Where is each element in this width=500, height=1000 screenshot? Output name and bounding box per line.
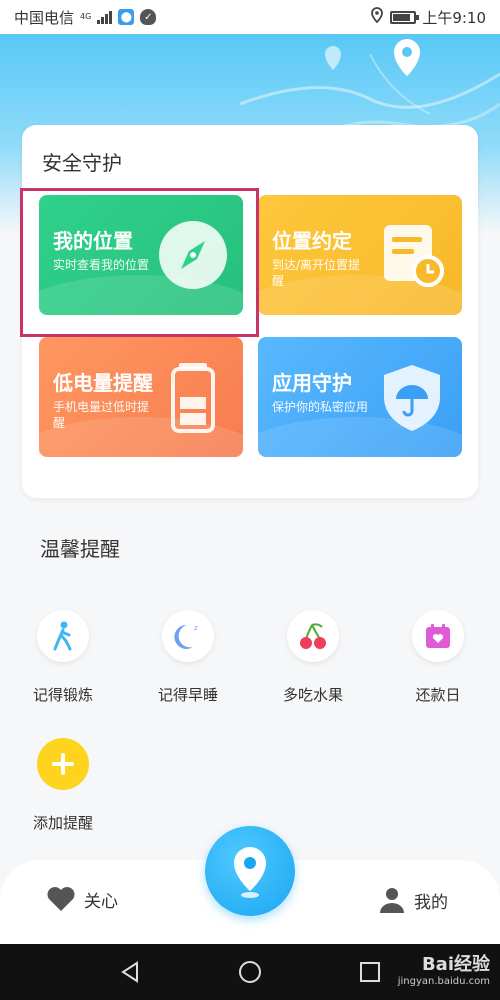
note-clock-icon bbox=[384, 225, 444, 287]
status-bar: 中国电信 4G ⬤ ✓ 上午9:10 bbox=[0, 0, 500, 34]
plus-icon bbox=[37, 738, 89, 790]
tile-subtitle: 到达/离开位置提醒 bbox=[272, 258, 361, 288]
carrier-label: 中国电信 bbox=[14, 8, 75, 27]
watermark-url: jingyan.baidu.com bbox=[397, 976, 490, 987]
reminder-repayment[interactable]: 还款日 bbox=[383, 610, 493, 705]
tile-title: 我的位置 bbox=[53, 229, 133, 253]
nav-mine[interactable]: 我的 bbox=[378, 886, 448, 914]
tile-subtitle: 保护你的私密应用 bbox=[272, 400, 369, 414]
tile-my-location[interactable]: 我的位置 实时查看我的位置 bbox=[39, 195, 243, 315]
shield-status-icon: ✓ bbox=[140, 9, 157, 25]
signal-icon bbox=[97, 10, 113, 24]
reminder-label: 记得早睡 bbox=[157, 686, 218, 704]
tile-location-agreement[interactable]: 位置约定 到达/离开位置提醒 bbox=[258, 195, 462, 315]
battery-icon bbox=[390, 10, 420, 24]
reminders-title: 温馨提醒 bbox=[40, 537, 120, 561]
tile-app-guard[interactable]: 应用守护 保护你的私密应用 bbox=[258, 337, 462, 457]
calendar-heart-icon bbox=[412, 610, 464, 662]
back-icon[interactable] bbox=[119, 960, 141, 984]
moon-sleep-icon: zz bbox=[162, 610, 214, 662]
clock: 上午9:10 bbox=[422, 8, 486, 27]
locate-center-button[interactable] bbox=[205, 826, 295, 916]
recents-icon[interactable] bbox=[359, 961, 381, 983]
cherry-icon bbox=[287, 610, 339, 662]
reminder-fruit[interactable]: 多吃水果 bbox=[258, 610, 368, 705]
reminder-label: 记得锻炼 bbox=[32, 686, 93, 704]
safety-title: 安全守护 bbox=[42, 151, 122, 175]
reminder-label: 还款日 bbox=[415, 686, 461, 704]
battery-icon bbox=[171, 363, 215, 433]
person-icon bbox=[380, 888, 404, 913]
nav-mine-label: 我的 bbox=[414, 892, 448, 913]
tile-title: 位置约定 bbox=[272, 229, 352, 253]
location-status-icon bbox=[370, 7, 384, 27]
tile-title: 应用守护 bbox=[272, 371, 352, 395]
compass-icon bbox=[159, 221, 227, 289]
reminder-sleep[interactable]: zz 记得早睡 bbox=[133, 610, 243, 705]
safety-guard-card: 安全守护 我的位置 实时查看我的位置 位置约定 到达/离开位置提醒 低电量提醒 … bbox=[22, 125, 478, 498]
nav-care[interactable]: 关心 bbox=[46, 886, 118, 912]
reminder-label: 多吃水果 bbox=[282, 686, 343, 704]
location-app-icon: ⬤ bbox=[118, 9, 135, 25]
tile-subtitle: 实时查看我的位置 bbox=[53, 258, 150, 272]
add-reminder-button[interactable]: 添加提醒 bbox=[8, 738, 118, 833]
reminder-label: 添加提醒 bbox=[32, 814, 93, 832]
walking-icon bbox=[37, 610, 89, 662]
watermark-logo: Bai经验 bbox=[421, 954, 490, 975]
tile-subtitle: 手机电量过低时提醒 bbox=[53, 400, 150, 430]
shield-umbrella-icon bbox=[384, 365, 440, 431]
tile-title: 低电量提醒 bbox=[53, 371, 153, 395]
watermark: Bai经验 jingyan.baidu.com bbox=[398, 950, 490, 987]
home-icon[interactable] bbox=[238, 960, 262, 984]
svg-text:z: z bbox=[194, 624, 198, 632]
tile-low-battery[interactable]: 低电量提醒 手机电量过低时提醒 bbox=[39, 337, 243, 457]
reminder-exercise[interactable]: 记得锻炼 bbox=[8, 610, 118, 705]
heart-icon bbox=[47, 887, 75, 911]
network-type: 4G bbox=[80, 12, 92, 21]
location-pin-icon bbox=[234, 847, 266, 898]
nav-care-label: 关心 bbox=[84, 891, 118, 912]
